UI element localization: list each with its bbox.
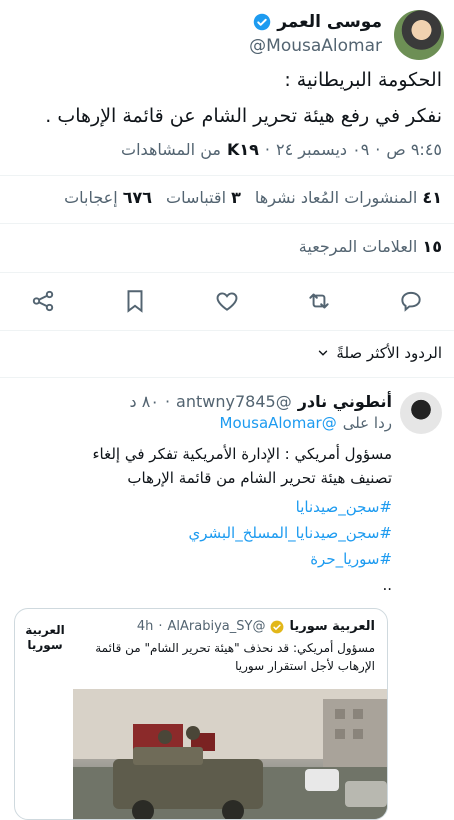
hashtag-link[interactable]: #سوريا_حرة <box>12 546 392 572</box>
engagement-stats: ٤١ المنشورات المُعاد نشرها ٣ اقتباسات ٦٧… <box>64 188 442 207</box>
bookmarks-stat[interactable]: ١٥ العلامات المرجعية <box>299 237 442 256</box>
reply-text: مسؤول أمريكي : الإدارة الأمريكية تفكر في… <box>12 442 392 490</box>
quote-text: مسؤول أمريكي: قد نحذف "هيئة تحرير الشام"… <box>75 639 375 675</box>
quote-logo-line-1: العربية <box>25 623 65 637</box>
quote-time: 4h <box>136 619 154 634</box>
divider <box>0 377 454 378</box>
replying-to-label: ردا على <box>342 414 392 432</box>
author-name-row[interactable]: موسى العمر <box>253 12 382 32</box>
likes-stat[interactable]: ٦٧٦ إعجابات <box>64 188 152 207</box>
quote-author-handle: @AlArabiya_SY <box>167 619 266 634</box>
tweet-date[interactable]: ٠٩ ديسمبر ٢٤ <box>276 140 369 159</box>
tweet-time[interactable]: ٩:٤٥ ص <box>386 140 442 159</box>
reply-ellipsis: .. <box>382 576 392 594</box>
replying-to: ردا على @MousaAlomar <box>220 414 393 432</box>
quoted-tweet-card[interactable]: العربية سوريا @AlArabiya_SY · 4h مسؤول أ… <box>14 608 388 820</box>
author-name[interactable]: موسى العمر <box>277 12 382 32</box>
quote-author-name[interactable]: العربية سوريا <box>289 619 375 634</box>
divider <box>0 272 454 273</box>
reposts-stat[interactable]: ٤١ المنشورات المُعاد نشرها <box>255 188 442 207</box>
reply-separator: · <box>164 392 171 411</box>
quote-separator: · <box>158 619 163 634</box>
reply-hashtags: #سجن_صيدنايا #سجن_صيدنايا_المسلخ_البشري … <box>12 494 392 598</box>
reply-header: أنطوني نادر @antwny7845 · ٨٠ د <box>130 392 392 411</box>
reply-text-line-2: تصنيف هيئة تحرير الشام من قائمة الإرهاب <box>127 469 392 487</box>
hashtag-link[interactable]: #سجن_صيدنايا <box>12 494 392 520</box>
verified-badge-icon <box>253 13 271 31</box>
meta-separator: · <box>375 140 381 159</box>
author-handle[interactable]: @MousaAlomar <box>249 36 382 56</box>
reply-author-name[interactable]: أنطوني نادر <box>298 392 392 411</box>
chevron-down-icon <box>316 346 330 360</box>
action-bar <box>30 288 424 314</box>
meta-separator: · <box>264 140 270 159</box>
like-icon[interactable] <box>214 288 240 314</box>
replies-sort-dropdown[interactable]: الردود الأكثر صلةً <box>316 344 442 362</box>
divider <box>0 330 454 331</box>
reply-avatar[interactable] <box>400 392 442 434</box>
tweet-text-line-2: نفكر في رفع هيئة تحرير الشام عن قائمة ال… <box>45 105 442 127</box>
quote-text-line-2: الإرهاب لأجل استقرار سوريا <box>235 659 375 673</box>
quote-media-image[interactable] <box>73 689 387 819</box>
tweet-text-line-1: الحكومة البريطانية : <box>284 69 442 91</box>
divider <box>0 223 454 224</box>
quote-logo: العربية سوريا <box>25 623 65 653</box>
views-count: K١٩ <box>226 140 259 159</box>
author-avatar[interactable] <box>394 10 444 60</box>
replies-sort-label: الردود الأكثر صلةً <box>336 344 442 362</box>
repost-icon[interactable] <box>306 288 332 314</box>
reply-time[interactable]: ٨٠ د <box>130 392 159 411</box>
reply-author-handle[interactable]: @antwny7845 <box>176 392 292 411</box>
views-label: من المشاهدات <box>121 140 221 159</box>
bookmark-icon[interactable] <box>122 288 148 314</box>
hashtag-link[interactable]: #سجن_صيدنايا_المسلخ_البشري <box>12 520 392 546</box>
quotes-stat[interactable]: ٣ اقتباسات <box>166 188 241 207</box>
reply-text-line-1: مسؤول أمريكي : الإدارة الأمريكية تفكر في… <box>92 445 392 463</box>
share-icon[interactable] <box>30 288 56 314</box>
quote-header: العربية سوريا @AlArabiya_SY · 4h <box>137 619 375 634</box>
divider <box>0 175 454 176</box>
quote-logo-line-2: سوريا <box>27 638 63 652</box>
verified-gold-badge-icon <box>270 620 284 634</box>
replying-to-handle[interactable]: @MousaAlomar <box>220 414 337 432</box>
quote-text-line-1: مسؤول أمريكي: قد نحذف "هيئة تحرير الشام"… <box>95 641 375 655</box>
tweet-meta: ٩:٤٥ ص · ٠٩ ديسمبر ٢٤ · K١٩ من المشاهدات <box>121 140 442 159</box>
reply-icon[interactable] <box>398 288 424 314</box>
